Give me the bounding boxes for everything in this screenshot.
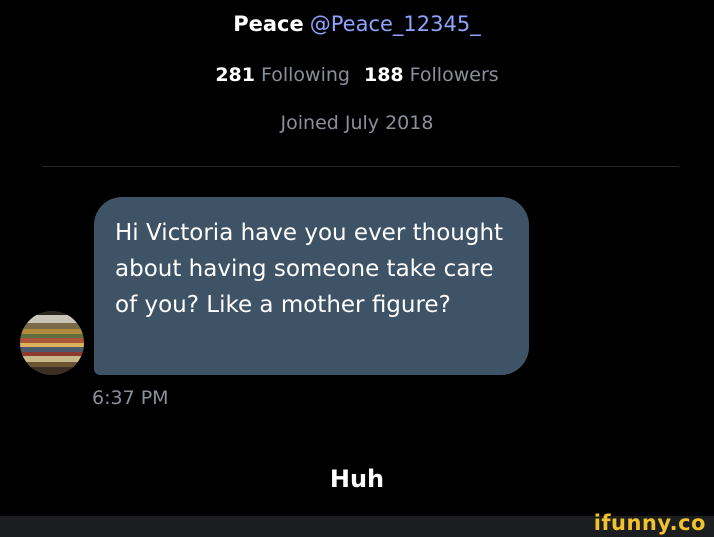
following-count: 281: [215, 64, 255, 86]
divider: [42, 166, 679, 167]
profile-stats: 281 Following 188 Followers: [0, 60, 714, 90]
followers-label: Followers: [409, 64, 499, 86]
following-stat[interactable]: 281 Following: [215, 64, 350, 86]
avatar[interactable]: [20, 311, 84, 375]
display-name[interactable]: Peace: [233, 12, 304, 36]
message-timestamp: 6:37 PM: [92, 387, 169, 409]
ifunny-watermark: ifunny.co: [593, 511, 706, 535]
following-label: Following: [261, 64, 350, 86]
reply-text: Huh: [329, 465, 385, 493]
message-bubble[interactable]: Hi Victoria have you ever thought about …: [94, 197, 529, 375]
followers-stat[interactable]: 188 Followers: [364, 64, 499, 86]
user-handle[interactable]: @Peace_12345_: [310, 12, 481, 36]
joined-date: Joined July 2018: [280, 112, 434, 134]
profile-name-row: Peace @Peace_12345_: [0, 8, 714, 40]
avatar-image: [20, 311, 84, 375]
followers-count: 188: [363, 64, 404, 86]
